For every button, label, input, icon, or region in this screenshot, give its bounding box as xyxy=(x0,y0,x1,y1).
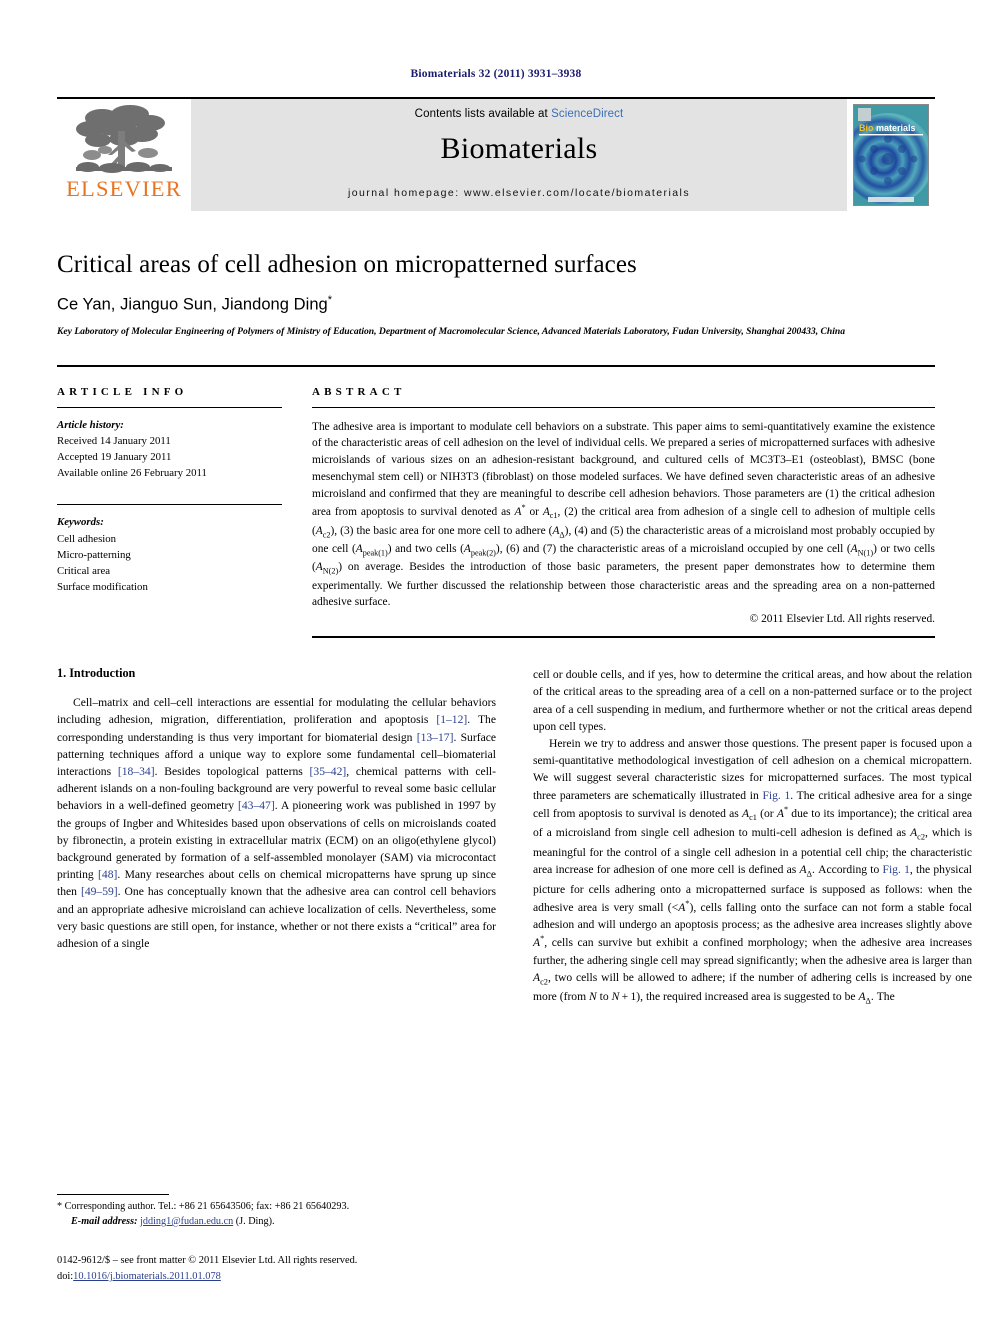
journal-title: Biomaterials xyxy=(440,132,598,165)
body-column-right: cell or double cells, and if yes, how to… xyxy=(533,666,972,1008)
svg-text:Bio: Bio xyxy=(859,123,874,133)
elsevier-tree-icon xyxy=(76,105,172,173)
page-footer: 0142-9612/$ – see front matter © 2011 El… xyxy=(57,1253,617,1284)
divider xyxy=(312,636,935,639)
contents-lists-line: Contents lists available at ScienceDirec… xyxy=(415,108,624,120)
article-history-label: Article history: xyxy=(57,418,124,431)
abstract-heading: ABSTRACT xyxy=(312,385,406,398)
corresponding-author-footnote: * Corresponding author. Tel.: +86 21 656… xyxy=(57,1194,496,1230)
journal-masthead: ELSEVIER Contents lists available at Sci… xyxy=(57,97,935,211)
body-columns: 1. Introduction Cell–matrix and cell–cel… xyxy=(57,666,972,1008)
divider xyxy=(57,1194,169,1195)
reference-link[interactable]: [48] xyxy=(98,868,117,881)
keywords-label: Keywords: xyxy=(57,516,104,529)
reference-link[interactable]: [13–17] xyxy=(417,731,454,744)
corresponding-author-marker: * xyxy=(327,294,333,307)
intro-paragraph-1-continued: cell or double cells, and if yes, how to… xyxy=(533,668,972,733)
journal-cover-thumbnail: Bio materials xyxy=(853,104,929,206)
divider xyxy=(57,406,282,408)
doi-link[interactable]: 10.1016/j.biomaterials.2011.01.078 xyxy=(73,1271,221,1282)
running-head: Biomaterials 32 (2011) 3931–3938 xyxy=(410,68,582,80)
keyword-item: Critical area xyxy=(57,564,111,577)
figure-link[interactable]: Fig. 1 xyxy=(883,863,910,876)
history-accepted: Accepted 19 January 2011 xyxy=(57,451,172,464)
body-column-left: 1. Introduction Cell–matrix and cell–cel… xyxy=(57,666,496,1008)
journal-banner: Contents lists available at ScienceDirec… xyxy=(191,99,847,211)
intro-paragraph-1: Cell–matrix and cell–cell interactions a… xyxy=(57,696,497,950)
reference-link[interactable]: [43–47] xyxy=(238,799,275,812)
figure-link[interactable]: Fig. 1 xyxy=(762,789,790,802)
keyword-item: Micro-patterning xyxy=(57,548,131,561)
article-info-column: ARTICLE INFO Article history: Received 1… xyxy=(57,386,312,638)
elsevier-wordmark: ELSEVIER xyxy=(66,176,182,201)
section-heading-introduction: 1. Introduction xyxy=(57,666,136,681)
history-received: Received 14 January 2011 xyxy=(57,434,171,447)
info-abstract-block: ARTICLE INFO Article history: Received 1… xyxy=(57,364,936,639)
affiliation: Key Laboratory of Molecular Engineering … xyxy=(57,325,846,337)
divider xyxy=(57,504,282,506)
email-address-label: E-mail address: xyxy=(71,1215,138,1227)
footnote-corresponding-line: * Corresponding author. Tel.: +86 21 656… xyxy=(57,1201,350,1212)
page-title: Critical areas of cell adhesion on micro… xyxy=(57,251,637,278)
history-available-online: Available online 26 February 2011 xyxy=(57,467,207,480)
journal-cover-block: Bio materials xyxy=(847,99,935,211)
paper-page: Biomaterials 32 (2011) 3931–3938 ELSEVIE… xyxy=(0,0,992,1323)
email-owner: (J. Ding). xyxy=(235,1215,275,1227)
elsevier-logo-block: ELSEVIER xyxy=(57,99,191,211)
svg-text:materials: materials xyxy=(876,123,916,133)
author-list: Ce Yan, Jianguo Sun, Jiandong Ding* xyxy=(57,294,935,315)
doi-line: doi:10.1016/j.biomaterials.2011.01.078 xyxy=(57,1269,617,1285)
journal-homepage-link[interactable]: journal homepage: www.elsevier.com/locat… xyxy=(348,187,690,199)
reference-link[interactable]: [49–59] xyxy=(81,885,118,898)
abstract-copyright: © 2011 Elsevier Ltd. All rights reserved… xyxy=(749,613,935,626)
intro-paragraph-2: Herein we try to address and answer thos… xyxy=(533,736,973,1006)
keyword-item: Surface modification xyxy=(57,581,148,594)
divider xyxy=(312,406,935,408)
reference-link[interactable]: [18–34] xyxy=(118,765,155,778)
cover-artwork-icon: Bio materials xyxy=(854,105,928,205)
sciencedirect-link[interactable]: ScienceDirect xyxy=(551,108,623,120)
keyword-item: Cell adhesion xyxy=(57,532,117,545)
article-info-heading: ARTICLE INFO xyxy=(57,385,188,398)
reference-link[interactable]: [1–12] xyxy=(436,713,467,726)
title-area: Critical areas of cell adhesion on micro… xyxy=(57,211,935,339)
issn-copyright-line: 0142-9612/$ – see front matter © 2011 El… xyxy=(57,1255,358,1266)
footnote-email-line: E-mail address: jdding1@fudan.edu.cn (J.… xyxy=(57,1215,496,1230)
reference-link[interactable]: [35–42] xyxy=(310,765,347,778)
contents-prefix: Contents lists available at xyxy=(414,108,552,120)
email-link[interactable]: jdding1@fudan.edu.cn xyxy=(140,1216,233,1227)
abstract-column: ABSTRACT The adhesive area is important … xyxy=(312,385,936,639)
doi-label: doi: xyxy=(57,1270,74,1282)
author-names: Ce Yan, Jianguo Sun, Jiandong Ding xyxy=(57,295,328,314)
abstract-text: The adhesive area is important to modula… xyxy=(312,420,936,609)
